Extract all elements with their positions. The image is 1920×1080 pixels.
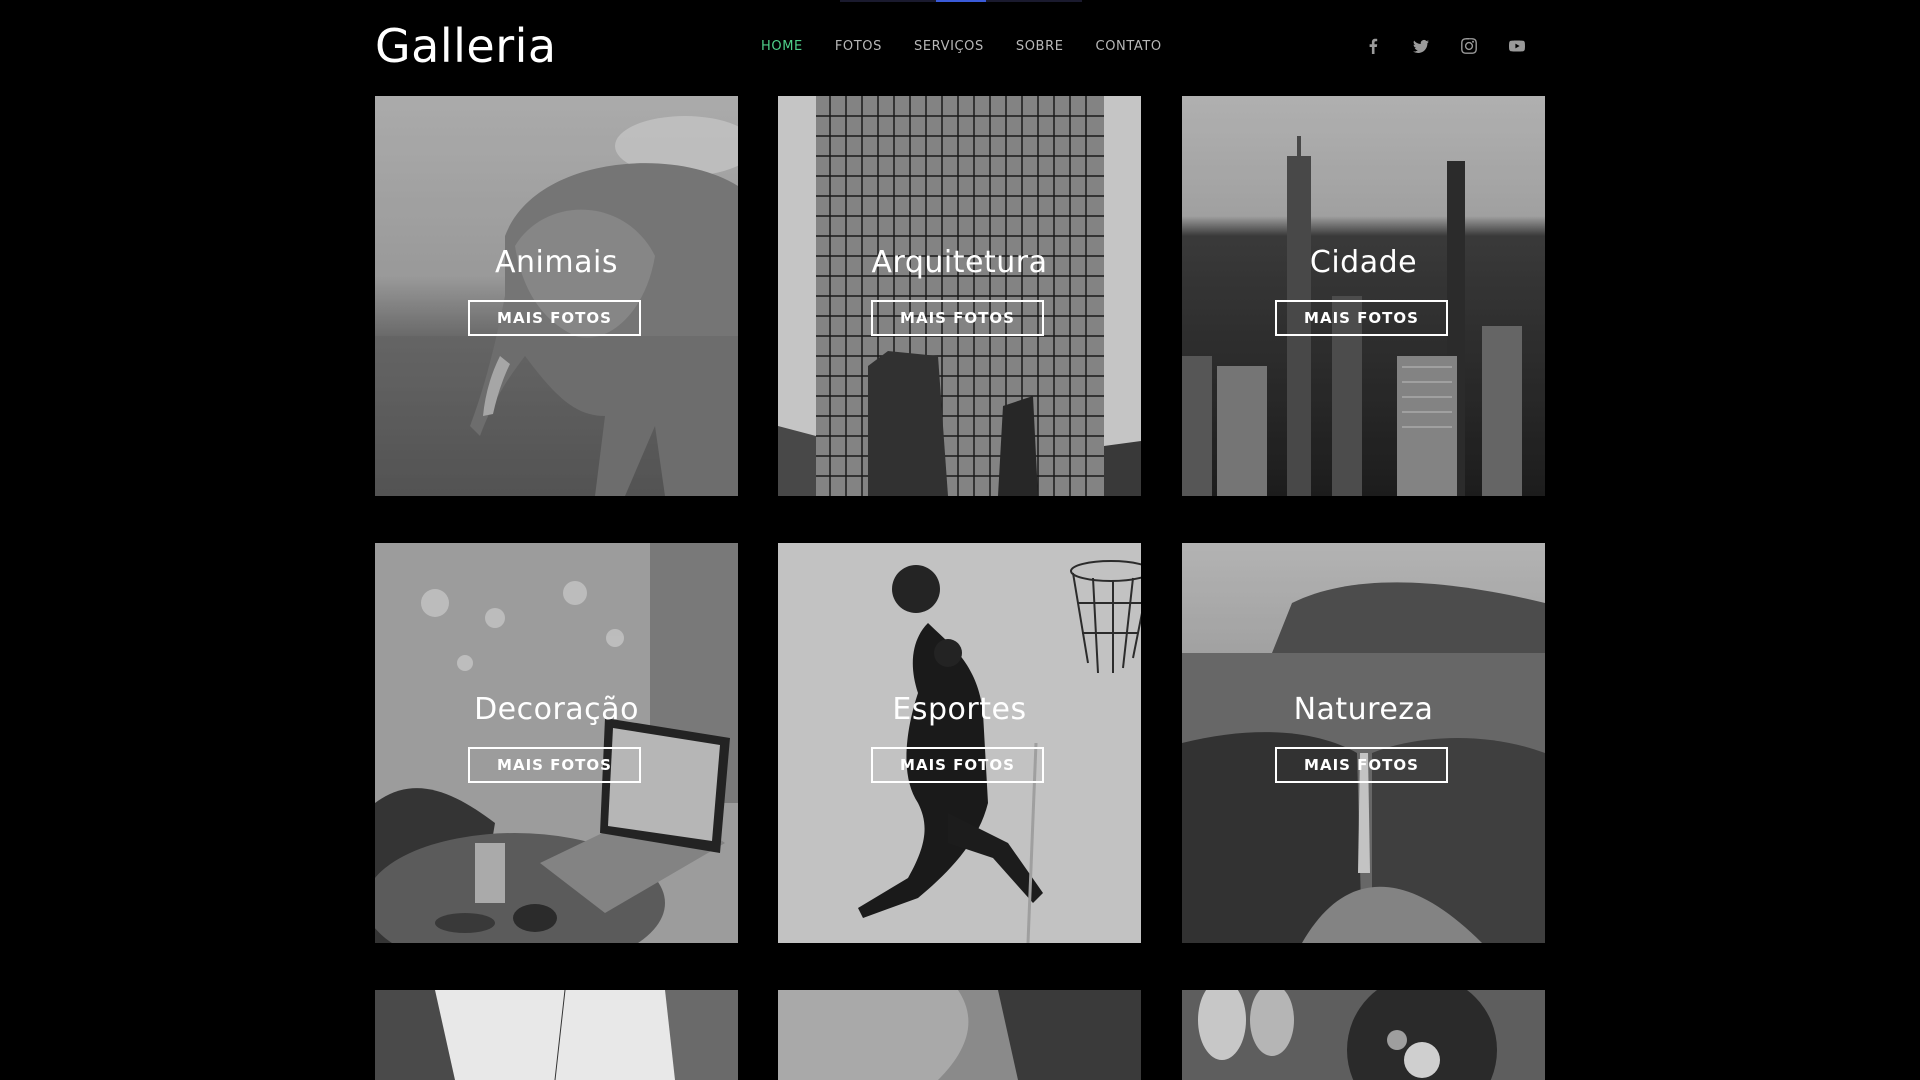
mais-fotos-button[interactable]: MAIS FOTOS [1275, 747, 1448, 783]
nav-item-home[interactable]: HOME [761, 38, 803, 56]
gallery-card-9[interactable] [1182, 990, 1545, 1080]
mais-fotos-button[interactable]: MAIS FOTOS [1275, 300, 1448, 336]
forest-road-photo [375, 990, 738, 1080]
site-logo[interactable]: Galleria [375, 17, 557, 75]
gallery-card-decoracao[interactable]: Decoração MAIS FOTOS [375, 543, 738, 943]
gallery-card-cidade[interactable]: Cidade MAIS FOTOS [1182, 96, 1545, 496]
instagram-icon[interactable] [1459, 36, 1479, 56]
main-nav: HOME FOTOS SERVIÇOS SOBRE CONTATO [761, 38, 1194, 56]
card-title: Decoração [474, 692, 639, 727]
card-overlay [778, 96, 1141, 496]
twitter-icon[interactable] [1411, 36, 1431, 56]
nav-item-sobre[interactable]: SOBRE [1016, 38, 1064, 56]
facebook-icon[interactable] [1363, 36, 1383, 56]
card-overlay [375, 543, 738, 943]
nav-item-contato[interactable]: CONTATO [1096, 38, 1162, 56]
mais-fotos-button[interactable]: MAIS FOTOS [871, 300, 1044, 336]
card-overlay [375, 96, 738, 496]
gallery-card-natureza[interactable]: Natureza MAIS FOTOS [1182, 543, 1545, 943]
card-title: Animais [495, 245, 618, 280]
card-title: Cidade [1309, 245, 1418, 280]
card-overlay [1182, 543, 1545, 943]
card-title: Natureza [1293, 692, 1434, 727]
closeup-photo [778, 990, 1141, 1080]
card-overlay [1182, 96, 1545, 496]
site-header: Galleria HOME FOTOS SERVIÇOS SOBRE CONTA… [375, 0, 1545, 92]
social-links [1363, 36, 1527, 56]
gallery-card-esportes[interactable]: Esportes MAIS FOTOS [778, 543, 1141, 943]
card-title: Arquitetura [871, 245, 1048, 280]
youtube-icon[interactable] [1507, 36, 1527, 56]
gallery-card-8[interactable] [778, 990, 1141, 1080]
gallery-card-7[interactable] [375, 990, 738, 1080]
card-title: Esportes [892, 692, 1027, 727]
nav-item-servicos[interactable]: SERVIÇOS [914, 38, 984, 56]
gallery-card-arquitetura[interactable]: Arquitetura MAIS FOTOS [778, 96, 1141, 496]
mais-fotos-button[interactable]: MAIS FOTOS [468, 747, 641, 783]
mais-fotos-button[interactable]: MAIS FOTOS [871, 747, 1044, 783]
food-photo [1182, 990, 1545, 1080]
nav-item-fotos[interactable]: FOTOS [835, 38, 882, 56]
card-overlay [778, 543, 1141, 943]
gallery-card-animais[interactable]: Animais MAIS FOTOS [375, 96, 738, 496]
mais-fotos-button[interactable]: MAIS FOTOS [468, 300, 641, 336]
